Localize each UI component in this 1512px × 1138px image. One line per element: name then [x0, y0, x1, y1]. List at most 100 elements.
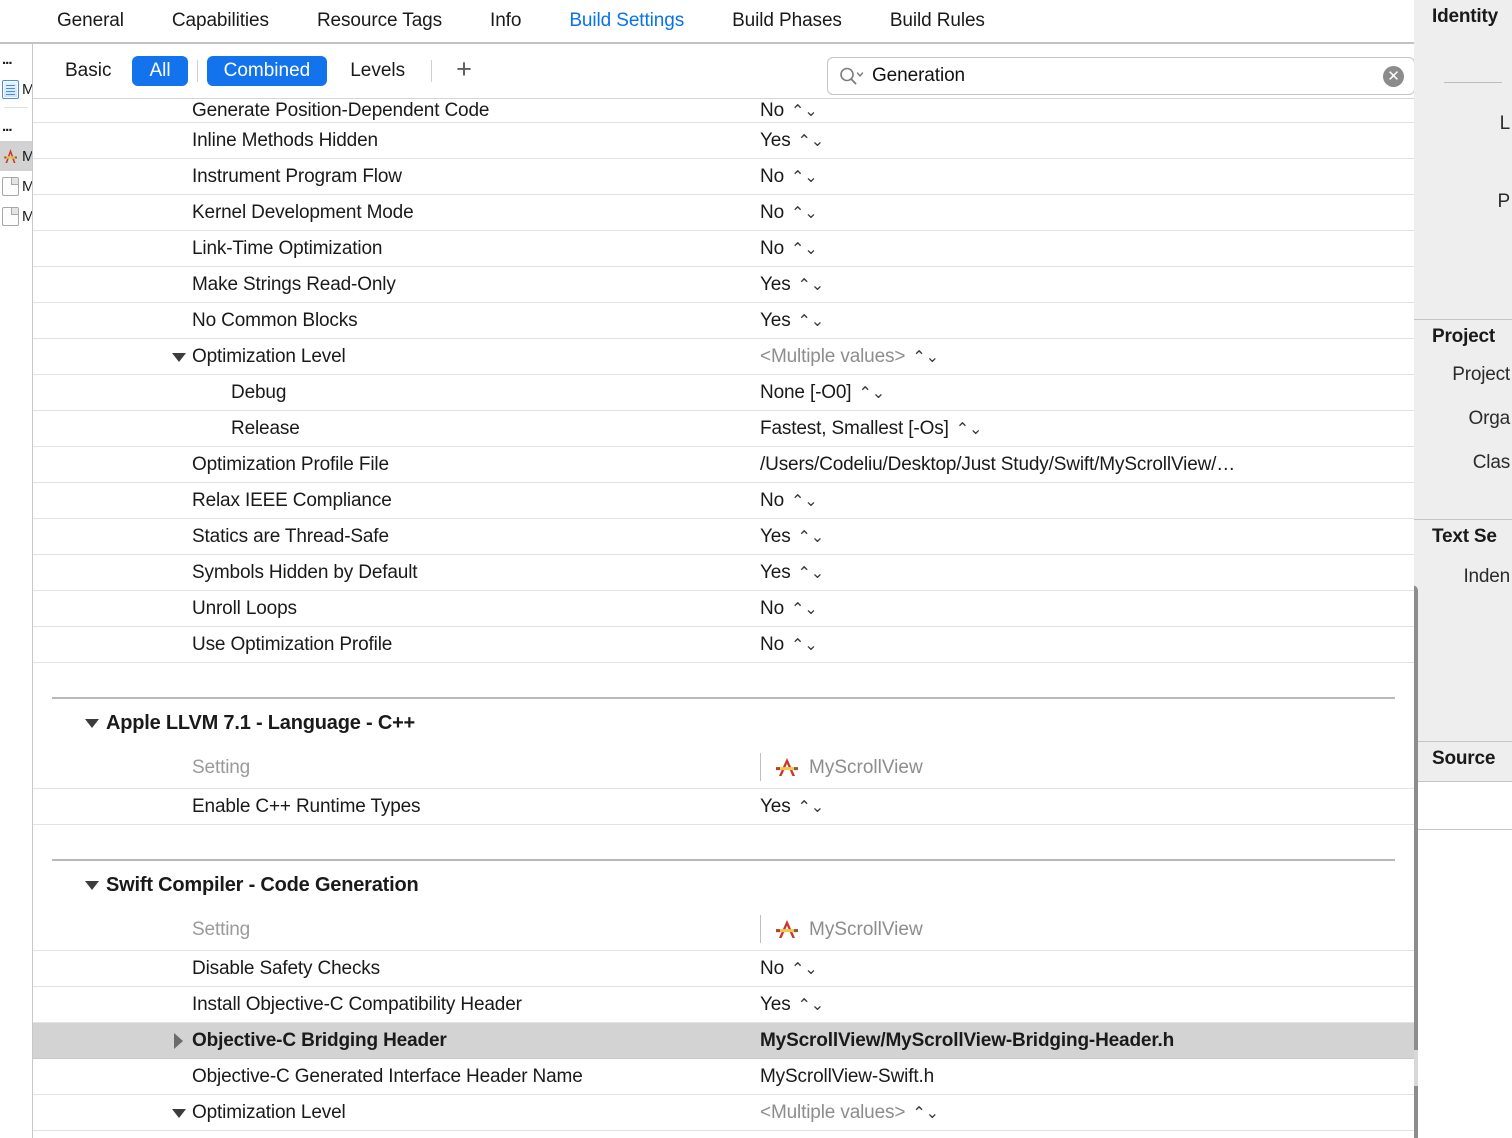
setting-value[interactable]: Fastest, Smallest [-Os] ⌃⌄	[760, 418, 1414, 440]
table-row[interactable]: Enable C++ Runtime Types Yes ⌃⌄	[33, 789, 1414, 825]
navigator-item[interactable]: M	[0, 171, 32, 201]
stepper-icon[interactable]: ⌃⌄	[791, 204, 818, 221]
setting-value[interactable]: Yes ⌃⌄	[760, 310, 1414, 332]
clear-search-icon[interactable]: ✕	[1383, 65, 1404, 87]
stepper-icon[interactable]: ⌃⌄	[912, 348, 939, 365]
stepper-icon[interactable]: ⌃⌄	[798, 312, 825, 329]
table-row[interactable]: Objective-C Generated Interface Header N…	[33, 1059, 1414, 1095]
navigator-item-selected[interactable]: M	[0, 141, 32, 171]
table-row-optimization-level-swift[interactable]: Optimization Level <Multiple values> ⌃⌄	[33, 1095, 1414, 1131]
inspector-field-label: L	[1499, 113, 1511, 134]
stepper-icon[interactable]: ⌃⌄	[798, 276, 825, 293]
setting-value[interactable]: No ⌃⌄	[760, 598, 1414, 620]
group-header-swift-compiler[interactable]: Swift Compiler - Code Generation	[33, 861, 1414, 909]
setting-value[interactable]: No ⌃⌄	[760, 166, 1414, 188]
table-row[interactable]: Statics are Thread-Safe Yes ⌃⌄	[33, 519, 1414, 555]
table-row[interactable]: Kernel Development Mode No ⌃⌄	[33, 195, 1414, 231]
table-row[interactable]: Optimization Profile File /Users/Codeliu…	[33, 447, 1414, 483]
stepper-icon[interactable]: ⌃⌄	[791, 103, 818, 119]
stepper-icon[interactable]: ⌃⌄	[912, 1104, 939, 1121]
setting-value[interactable]: No ⌃⌄	[760, 238, 1414, 260]
setting-value[interactable]: No ⌃⌄	[760, 202, 1414, 224]
inspector-section-source: Source	[1414, 742, 1512, 782]
inspector-section-identity: Identity L P	[1414, 0, 1512, 320]
xcode-project-icon	[772, 755, 802, 781]
setting-name: Debug	[231, 381, 287, 403]
table-row[interactable]: Relax IEEE Compliance No ⌃⌄	[33, 483, 1414, 519]
filter-all-button[interactable]: All	[132, 56, 188, 86]
tab-info[interactable]: Info	[466, 10, 545, 32]
group-title: Apple LLVM 7.1 - Language - C++	[106, 711, 416, 734]
setting-value[interactable]: /Users/Codeliu/Desktop/Just Study/Swift/…	[760, 454, 1414, 476]
stepper-icon[interactable]: ⌃⌄	[798, 996, 825, 1013]
table-row[interactable]: Disable Safety Checks No ⌃⌄	[33, 951, 1414, 987]
setting-value[interactable]: Yes ⌃⌄	[760, 130, 1414, 152]
setting-value[interactable]: No ⌃⌄	[760, 958, 1414, 980]
filter-basic-button[interactable]: Basic	[47, 60, 129, 82]
table-row-release[interactable]: Release Fastest, Smallest [-Os] ⌃⌄	[33, 411, 1414, 447]
group-header-apple-llvm[interactable]: Apple LLVM 7.1 - Language - C++	[33, 699, 1414, 747]
disclosure-triangle-down-icon[interactable]	[85, 719, 99, 728]
stepper-icon[interactable]: ⌃⌄	[791, 168, 818, 185]
filter-levels-button[interactable]: Levels	[333, 56, 422, 86]
stepper-icon[interactable]: ⌃⌄	[791, 240, 818, 257]
table-row[interactable]: Instrument Program Flow No ⌃⌄	[33, 159, 1414, 195]
setting-value[interactable]: <Multiple values> ⌃⌄	[760, 1102, 1414, 1124]
disclosure-triangle-down-icon[interactable]	[85, 881, 99, 890]
tab-resource-tags[interactable]: Resource Tags	[293, 10, 466, 32]
tab-build-settings[interactable]: Build Settings	[545, 10, 708, 32]
table-row[interactable]: Install Objective-C Compatibility Header…	[33, 987, 1414, 1023]
table-row[interactable]: Generate Position-Dependent Code No ⌃⌄	[33, 99, 1414, 123]
setting-value[interactable]: Yes ⌃⌄	[760, 526, 1414, 548]
navigator-item[interactable]: ...	[0, 111, 32, 141]
table-row-debug[interactable]: Debug None [-O0] ⌃⌄	[33, 375, 1414, 411]
stepper-icon[interactable]: ⌃⌄	[956, 420, 983, 437]
navigator-item[interactable]: M	[0, 201, 32, 231]
stepper-icon[interactable]: ⌃⌄	[791, 492, 818, 509]
stepper-icon[interactable]: ⌃⌄	[858, 384, 885, 401]
navigator-item[interactable]: ...	[0, 44, 32, 74]
stepper-icon[interactable]: ⌃⌄	[798, 798, 825, 815]
add-setting-button[interactable]: +	[438, 56, 490, 83]
setting-name: Objective-C Bridging Header	[192, 1029, 447, 1051]
stepper-icon[interactable]: ⌃⌄	[798, 528, 825, 545]
tab-general[interactable]: General	[33, 10, 148, 32]
tab-capabilities[interactable]: Capabilities	[148, 10, 293, 32]
setting-value[interactable]: Yes ⌃⌄	[760, 796, 1414, 818]
setting-value[interactable]: No ⌃⌄	[760, 100, 1414, 122]
build-settings-table[interactable]: Generate Position-Dependent Code No ⌃⌄ In…	[33, 99, 1414, 1138]
table-row[interactable]: Symbols Hidden by Default Yes ⌃⌄	[33, 555, 1414, 591]
table-row[interactable]: Unroll Loops No ⌃⌄	[33, 591, 1414, 627]
project-navigator[interactable]: ... M ... M M M	[0, 44, 33, 1138]
setting-value[interactable]: Yes ⌃⌄	[760, 562, 1414, 584]
setting-value[interactable]: No ⌃⌄	[760, 490, 1414, 512]
table-row[interactable]: Use Optimization Profile No ⌃⌄	[33, 627, 1414, 663]
filter-combined-button[interactable]: Combined	[206, 56, 328, 86]
table-row[interactable]: Link-Time Optimization No ⌃⌄	[33, 231, 1414, 267]
stepper-icon[interactable]: ⌃⌄	[798, 564, 825, 581]
table-row[interactable]: No Common Blocks Yes ⌃⌄	[33, 303, 1414, 339]
navigator-item[interactable]: M	[0, 74, 32, 104]
setting-value[interactable]: No ⌃⌄	[760, 634, 1414, 656]
stepper-icon[interactable]: ⌃⌄	[791, 960, 818, 977]
tab-build-rules[interactable]: Build Rules	[866, 10, 1009, 32]
search-field[interactable]: Generation ✕	[827, 57, 1415, 95]
setting-value[interactable]: MyScrollView-Swift.h	[760, 1066, 1414, 1088]
navigator-item-label: ...	[2, 50, 12, 68]
stepper-icon[interactable]: ⌃⌄	[791, 636, 818, 653]
search-input-value[interactable]: Generation	[872, 65, 1383, 87]
stepper-icon[interactable]: ⌃⌄	[798, 132, 825, 149]
table-row-optimization-level[interactable]: Optimization Level <Multiple values> ⌃⌄	[33, 339, 1414, 375]
tab-build-phases[interactable]: Build Phases	[708, 10, 866, 32]
table-row-selected-bridging-header[interactable]: Objective-C Bridging Header MyScrollView…	[33, 1023, 1414, 1059]
setting-value[interactable]: Yes ⌃⌄	[760, 274, 1414, 296]
inspector-section-title: Source	[1432, 748, 1496, 769]
setting-value[interactable]: Yes ⌃⌄	[760, 994, 1414, 1016]
table-row[interactable]: Make Strings Read-Only Yes ⌃⌄	[33, 267, 1414, 303]
setting-value[interactable]: None [-O0] ⌃⌄	[760, 382, 1414, 404]
setting-value[interactable]: MyScrollView/MyScrollView-Bridging-Heade…	[760, 1030, 1414, 1052]
group-spacer	[33, 825, 1414, 859]
table-row[interactable]: Inline Methods Hidden Yes ⌃⌄	[33, 123, 1414, 159]
stepper-icon[interactable]: ⌃⌄	[791, 600, 818, 617]
setting-value[interactable]: <Multiple values> ⌃⌄	[760, 346, 1414, 368]
